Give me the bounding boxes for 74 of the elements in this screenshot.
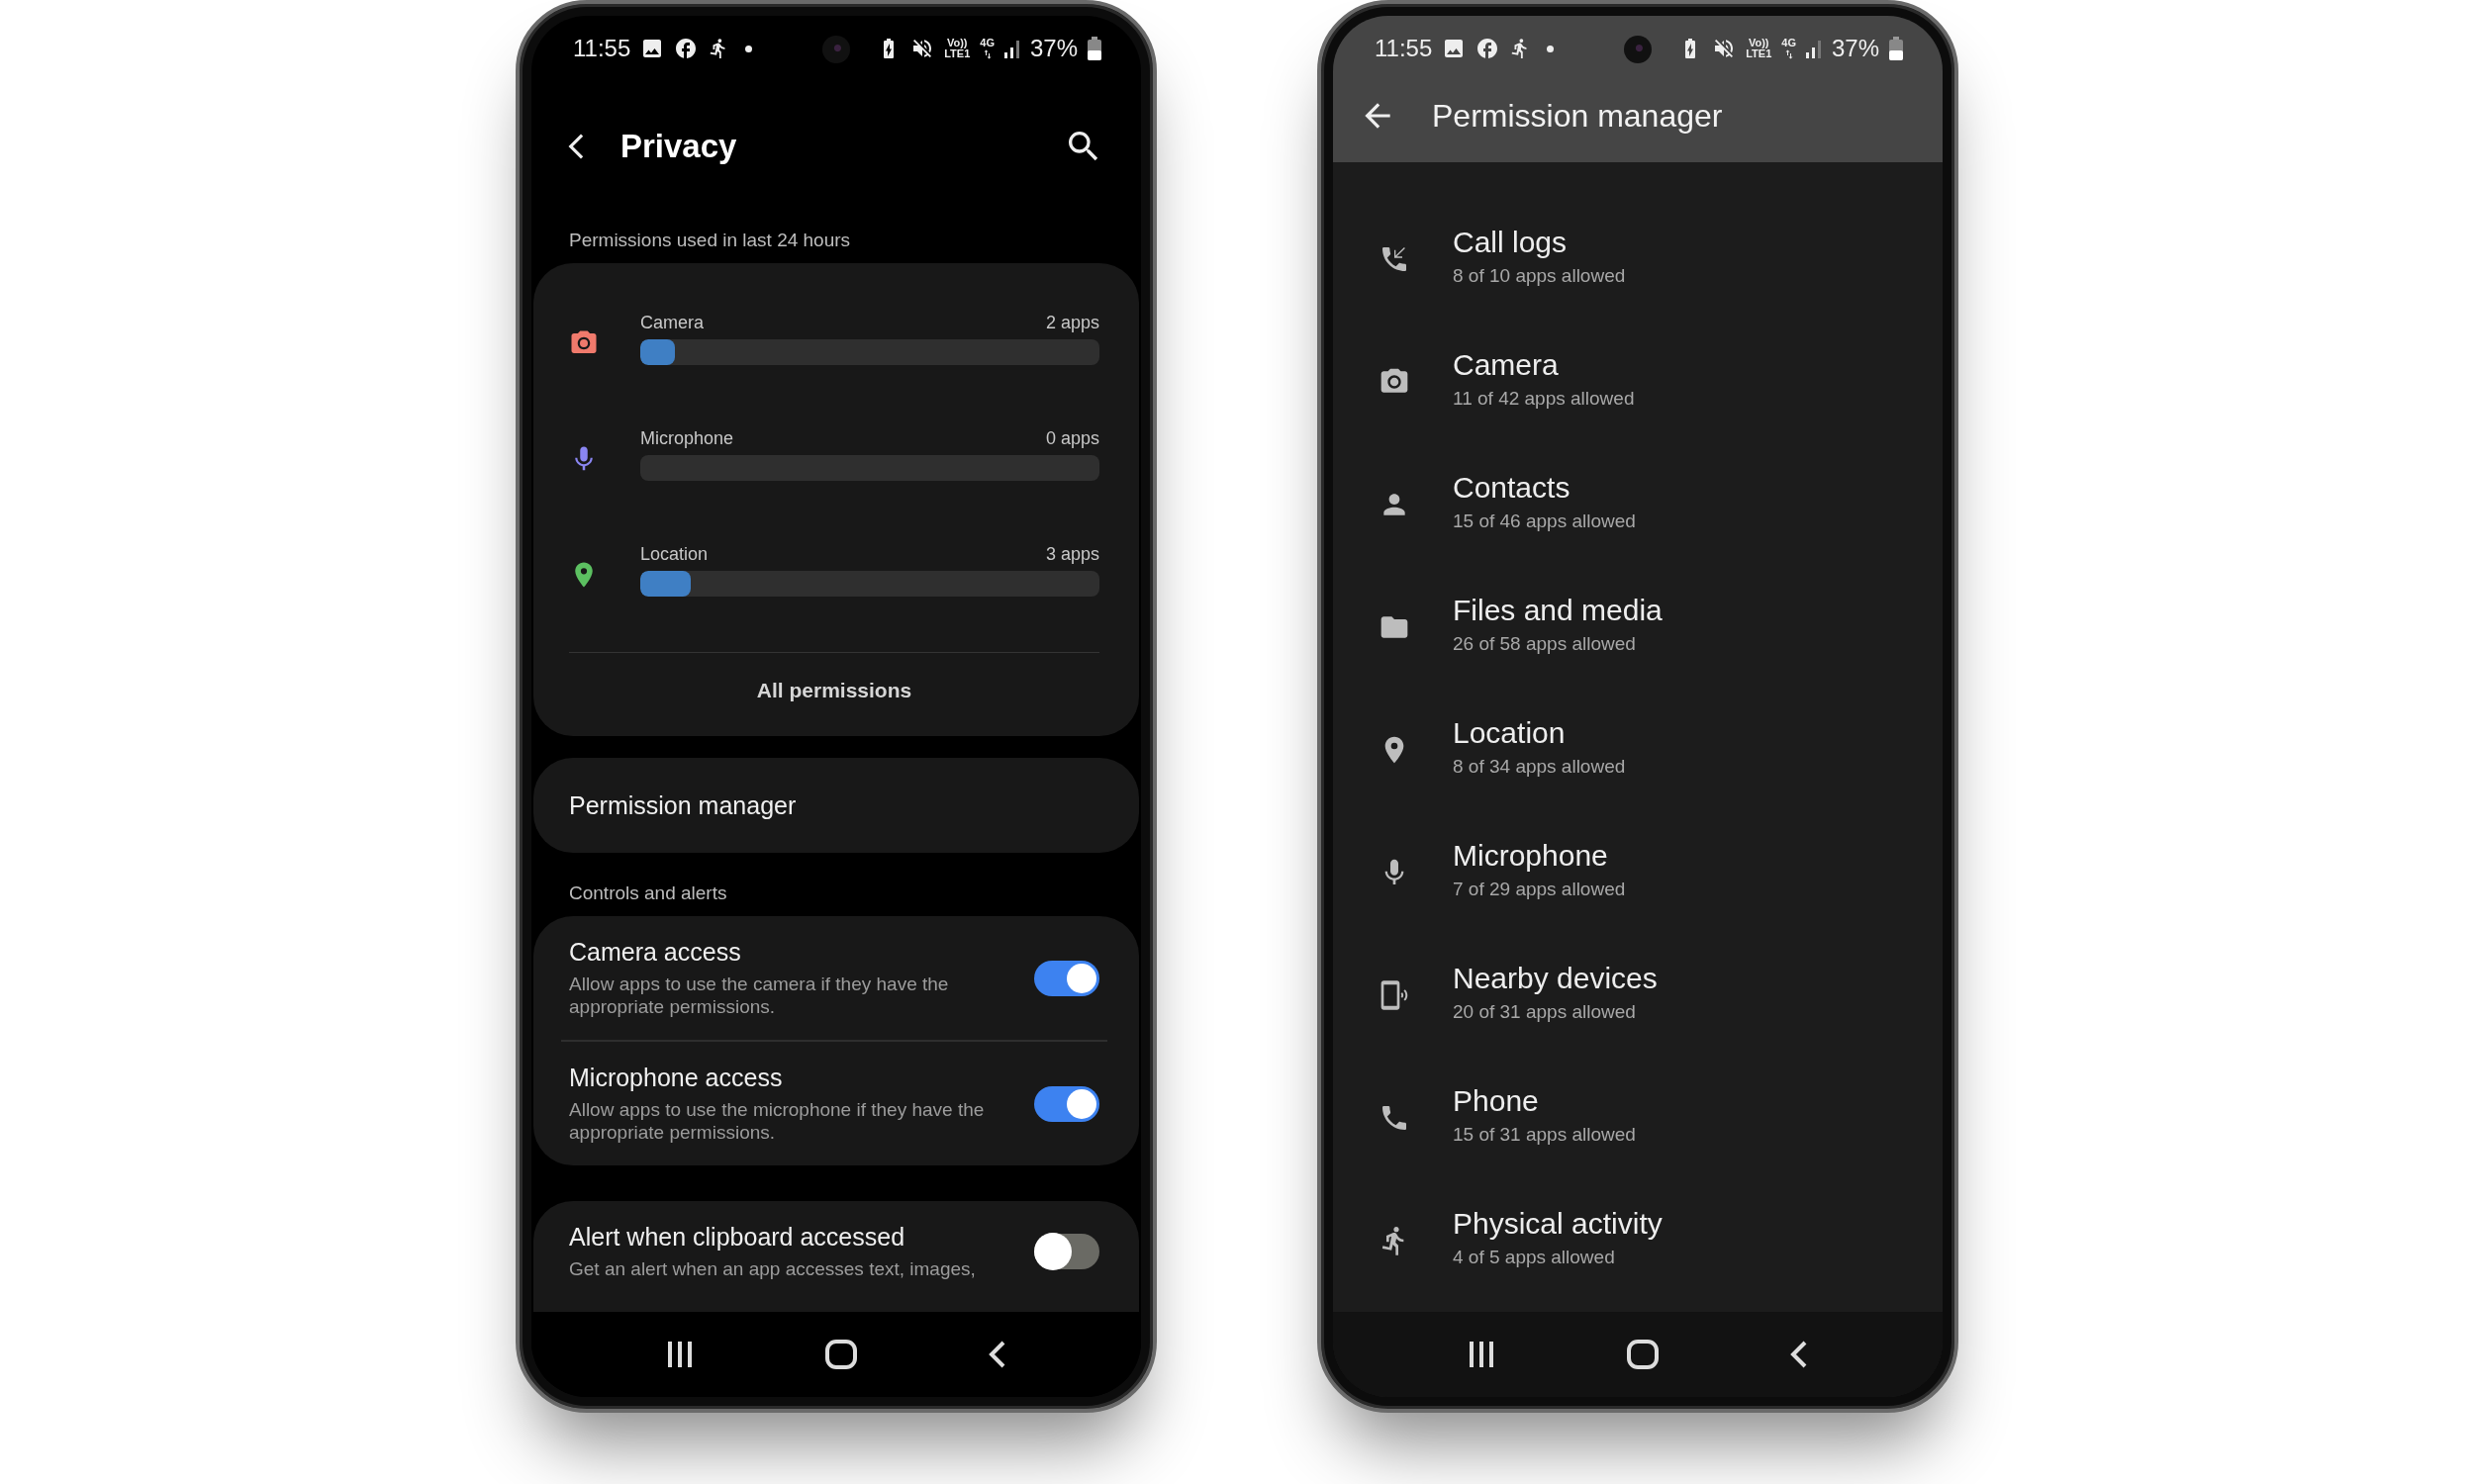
permission-item[interactable]: Location 8 of 34 apps allowed: [1333, 689, 1943, 811]
permission-detail: 11 of 42 apps allowed: [1453, 388, 1635, 410]
status-time: 11:55: [573, 35, 631, 62]
setting-title: Microphone access: [569, 1064, 784, 1092]
battery-icon: [1088, 37, 1101, 60]
all-permissions-link[interactable]: All permissions: [569, 653, 1099, 736]
permission-detail: 4 of 5 apps allowed: [1453, 1247, 1616, 1268]
setting-description: Allow apps to use the microphone if they have the appropriate permissions.: [569, 1098, 986, 1144]
battery-percent: 37%: [1831, 35, 1879, 62]
permission-item[interactable]: Camera 11 of 42 apps allowed: [1333, 321, 1943, 443]
app-count: 2 apps: [1045, 313, 1099, 333]
back-icon[interactable]: [988, 1341, 1006, 1368]
permission-name: Phone: [1453, 1084, 1540, 1118]
network-label: 4G: [980, 37, 995, 48]
permission-manager-button[interactable]: Permission manager: [533, 758, 1139, 853]
permission-item[interactable]: Phone 15 of 31 apps allowed: [1333, 1057, 1943, 1179]
notification-dot: [1547, 45, 1555, 52]
signal-icon: [1003, 39, 1020, 58]
permission-name: Camera: [1453, 348, 1560, 382]
permission-item[interactable]: Contacts 15 of 46 apps allowed: [1333, 443, 1943, 566]
permission-name: Camera: [640, 313, 705, 333]
permission-name: Microphone: [640, 428, 734, 449]
permission-item[interactable]: Call logs 8 of 10 apps allowed: [1333, 198, 1943, 321]
signal-icon: [1805, 39, 1822, 58]
network-label: 4G: [1781, 37, 1796, 48]
permission-detail: 8 of 34 apps allowed: [1453, 756, 1626, 778]
permission-item[interactable]: Physical activity 4 of 5 apps allowed: [1333, 1179, 1943, 1302]
back-icon[interactable]: [1789, 1341, 1808, 1368]
app-count: 0 apps: [1045, 428, 1099, 449]
battery-icon: [1889, 37, 1903, 60]
facebook-icon: [1475, 37, 1500, 60]
permission-detail: 15 of 46 apps allowed: [1453, 510, 1636, 532]
home-icon[interactable]: [1627, 1340, 1659, 1369]
facebook-icon: [674, 37, 699, 60]
camera-hole: [822, 36, 850, 63]
section-heading: Controls and alerts: [568, 881, 728, 905]
permission-name: Files and media: [1453, 594, 1663, 627]
app-count: 3 apps: [1045, 544, 1099, 565]
permission-item[interactable]: Files and media 26 of 58 apps allowed: [1333, 566, 1943, 689]
toggle-switch[interactable]: [1034, 1234, 1099, 1269]
permission-detail: 15 of 31 apps allowed: [1453, 1124, 1636, 1146]
setting-description: Get an alert when an app accesses text, images,: [569, 1257, 977, 1280]
permission-detail: 26 of 58 apps allowed: [1453, 633, 1637, 655]
section-heading: Permissions used in last 24 hours: [568, 229, 852, 252]
permission-name: Microphone: [1453, 839, 1609, 873]
screen-title: Privacy: [620, 128, 738, 165]
setting-description: Allow apps to use the camera if they have the appropriate permissions.: [569, 973, 950, 1018]
network-label: LTE1: [1746, 48, 1772, 59]
permission-detail: 8 of 10 apps allowed: [1453, 265, 1626, 287]
device-signal-icon: [1379, 979, 1410, 1011]
permission-name: Contacts: [1453, 471, 1571, 505]
recents-icon[interactable]: [1468, 1342, 1496, 1367]
notification-dot: [745, 45, 753, 52]
network-label: LTE1: [944, 48, 971, 59]
permission-item[interactable]: Microphone 7 of 29 apps allowed: [1333, 811, 1943, 934]
recents-icon[interactable]: [666, 1342, 695, 1367]
permission-name: Call logs: [1453, 226, 1569, 259]
status-time: 11:55: [1375, 35, 1433, 62]
setting-title: Camera access: [569, 938, 742, 967]
network-label: Vo)): [946, 38, 968, 48]
permission-item[interactable]: Nearby devices 20 of 31 apps allowed: [1333, 934, 1943, 1057]
permission-name: Physical activity: [1453, 1207, 1663, 1241]
permission-name: Location: [1453, 716, 1567, 750]
network-label: Vo)): [1748, 38, 1769, 48]
screen-title: Permission manager: [1432, 97, 1723, 135]
permission-detail: 7 of 29 apps allowed: [1453, 879, 1626, 900]
permission-detail: 20 of 31 apps allowed: [1453, 1001, 1637, 1023]
battery-percent: 37%: [1029, 35, 1078, 62]
toggle-switch[interactable]: [1034, 960, 1099, 996]
permission-name: Location: [640, 544, 709, 565]
home-icon[interactable]: [825, 1340, 857, 1369]
permission-name: Nearby devices: [1453, 962, 1658, 995]
toggle-switch[interactable]: [1034, 1085, 1099, 1122]
setting-title: Alert when clipboard accessed: [569, 1223, 906, 1252]
